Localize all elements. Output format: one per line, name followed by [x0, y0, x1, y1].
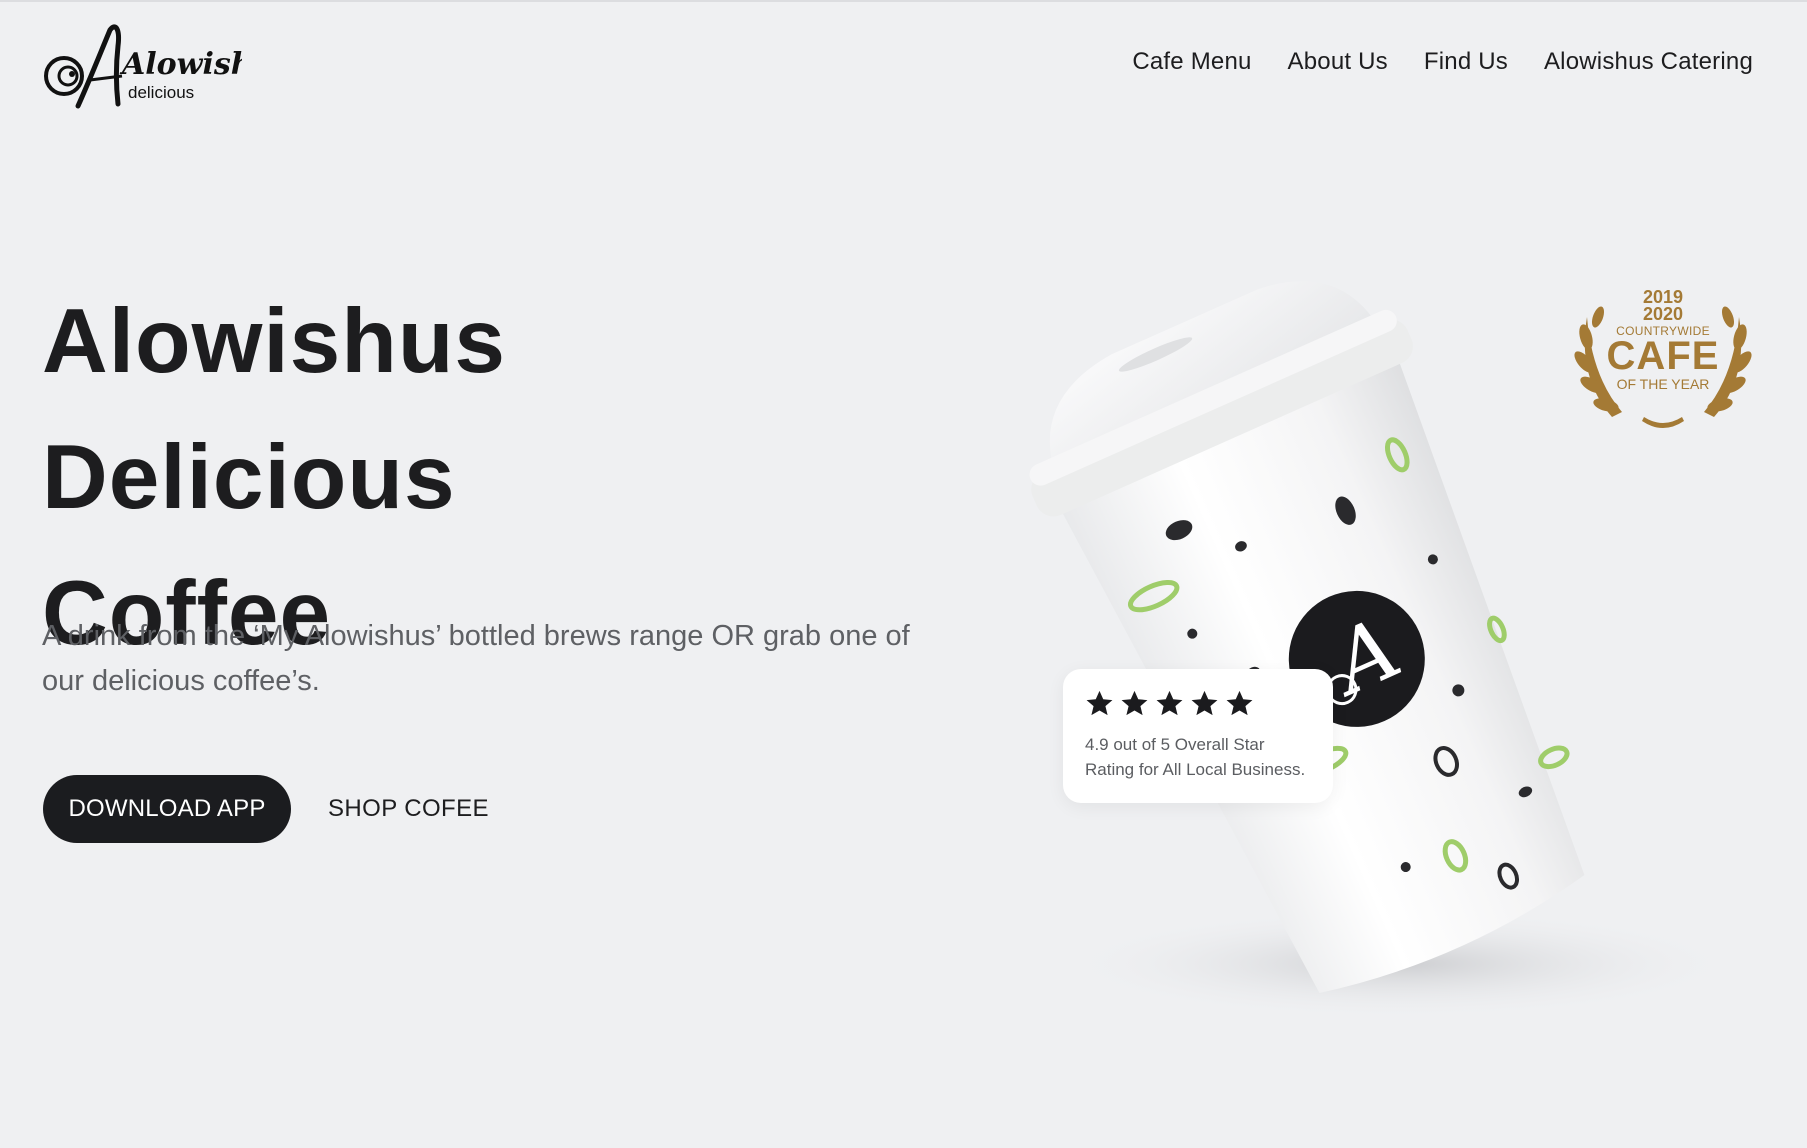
- nav-catering[interactable]: Alowishus Catering: [1544, 48, 1753, 76]
- star-icon: [1086, 690, 1113, 716]
- nav-cafe-menu[interactable]: Cafe Menu: [1132, 48, 1251, 76]
- main-nav: Cafe Menu About Us Find Us Alowishus Cat…: [1132, 48, 1753, 76]
- star-icon: [1226, 690, 1253, 716]
- hero-description: A drink from the ‘My Alowishus’ bottled …: [42, 620, 910, 697]
- rating-card: 4.9 out of 5 Overall Star Rating for All …: [1063, 669, 1333, 803]
- svg-text:delicious: delicious: [128, 83, 194, 102]
- star-rating: [1085, 689, 1311, 718]
- award-badge: 2019 2020 COUNTRYWIDE CAFE OF THE YEAR: [1572, 287, 1754, 433]
- brand-logo[interactable]: Alowishus delicious: [42, 24, 242, 110]
- hero-title-line1: Alowishus Delicious: [42, 291, 507, 528]
- award-label-bottom: OF THE YEAR: [1616, 376, 1710, 392]
- rating-text: 4.9 out of 5 Overall Star Rating for All …: [1085, 735, 1306, 779]
- nav-about-us[interactable]: About Us: [1288, 48, 1388, 76]
- logo-mark-icon: Alowishus delicious: [44, 24, 242, 109]
- svg-text:Alowishus: Alowishus: [119, 47, 242, 82]
- shop-coffee-link[interactable]: SHOP COFEE: [328, 775, 489, 843]
- download-app-button[interactable]: DOWNLOAD APP: [43, 775, 291, 843]
- award-label-main: CAFE: [1606, 334, 1720, 378]
- award-years: 2019 2020: [1642, 287, 1684, 324]
- nav-find-us[interactable]: Find Us: [1424, 48, 1508, 76]
- star-icon: [1191, 690, 1218, 716]
- star-icon: [1156, 690, 1183, 716]
- star-icon: [1121, 690, 1148, 716]
